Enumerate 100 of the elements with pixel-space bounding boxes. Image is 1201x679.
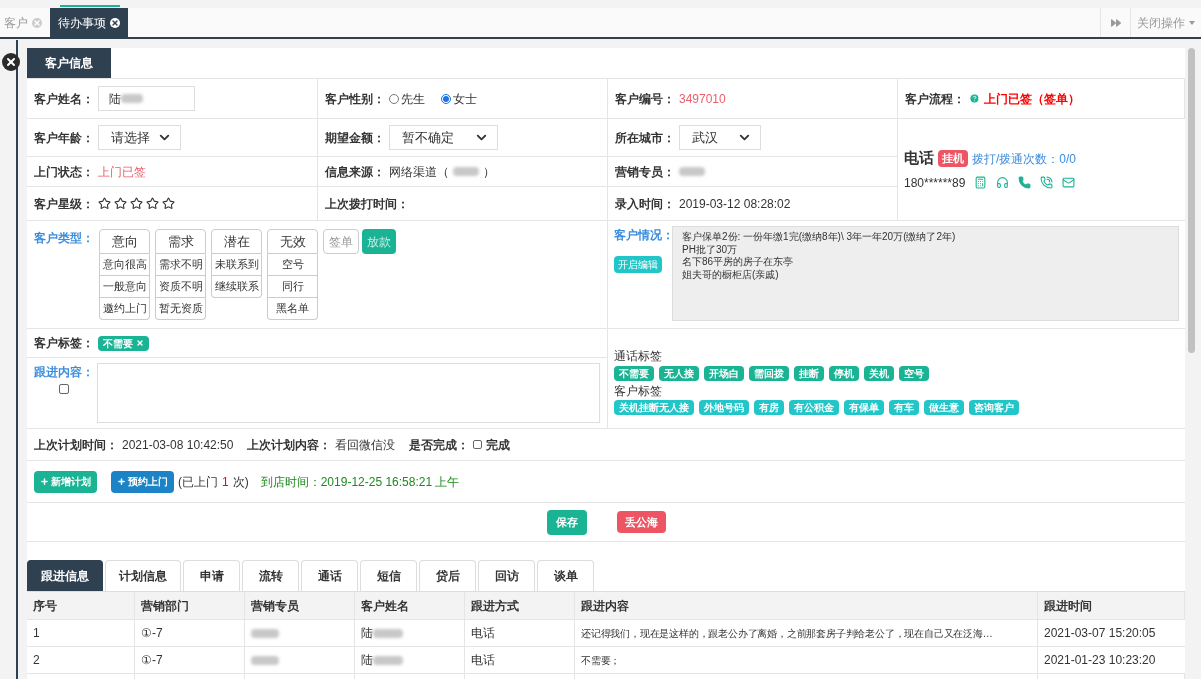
select-field[interactable]: 暂不确定 xyxy=(389,125,498,150)
type-option[interactable]: 黑名单 xyxy=(267,298,318,320)
blurred-text xyxy=(679,167,705,176)
field-label: 所在城市： xyxy=(615,129,675,147)
situation-textarea[interactable]: 客户保单2份: 一份年缴1完(缴纳8年)\ 3年一年20万(缴纳了2年) PH批了30万 名下86平房的房子在东亭 姐夫哥的橱柜店(亲戚) xyxy=(672,226,1179,321)
star-icon[interactable] xyxy=(130,197,143,210)
table-cell: 不需要； xyxy=(575,647,1038,674)
field-label: 客户姓名： xyxy=(34,90,94,108)
checkbox-label: 完成 xyxy=(486,436,511,454)
phone-number: 180******89 xyxy=(904,174,966,192)
close-icon[interactable] xyxy=(110,17,120,28)
type-option[interactable]: 需求不明 xyxy=(155,254,206,276)
tab[interactable]: 计划信息 xyxy=(105,560,181,591)
column-header: 营销部门 xyxy=(135,592,245,620)
star-icon[interactable] xyxy=(146,197,159,210)
radio-label: 女士 xyxy=(453,90,477,108)
field-label: 跟进内容： xyxy=(34,364,94,381)
tab[interactable]: 短信 xyxy=(360,560,417,591)
customer-number: 3497010 xyxy=(679,90,726,108)
checkbox[interactable] xyxy=(59,384,69,394)
type-option[interactable]: 空号 xyxy=(267,254,318,276)
tab[interactable]: 贷后 xyxy=(419,560,476,591)
tab[interactable]: 通话 xyxy=(301,560,358,591)
mail-icon[interactable] xyxy=(1062,176,1076,190)
type-group-header[interactable]: 无效 xyxy=(267,229,318,254)
table-cell: 还记得我们，现在是这样的，跟老公办了离婚，之前那套房子判给老公了，现在自己又在泛海… xyxy=(575,620,1038,647)
book-visit-button[interactable]: 预约上门 xyxy=(111,470,174,493)
field-label: 是否完成： xyxy=(409,436,470,454)
name-field[interactable]: 陆 xyxy=(98,86,195,111)
select-field[interactable]: 请选择 xyxy=(98,125,181,150)
field-label: 客户星级： xyxy=(34,195,94,213)
panel-tab[interactable]: 客户信息 xyxy=(27,48,111,78)
star-icon[interactable] xyxy=(98,197,111,210)
column-header: 序号 xyxy=(27,592,135,620)
field-label: 期望金额： xyxy=(325,129,385,147)
blurred-text xyxy=(121,94,143,103)
star-rating[interactable] xyxy=(98,197,175,210)
visit-count-suffix: 次) xyxy=(232,473,249,491)
scrollbar-thumb[interactable] xyxy=(1188,48,1195,353)
tab[interactable]: 回访 xyxy=(478,560,535,591)
field-label: 上次拨打时间： xyxy=(325,195,409,213)
remove-icon[interactable] xyxy=(136,339,144,347)
radio-label: 先生 xyxy=(401,90,425,108)
field-label: 上次计划时间： xyxy=(34,436,118,454)
table-cell: 电话 xyxy=(465,620,575,647)
field-label: 信息来源： xyxy=(325,163,385,181)
type-group-header[interactable]: 需求 xyxy=(155,229,206,254)
call-count: 拨打/拨通次数：0/0 xyxy=(972,150,1076,168)
tab[interactable]: 申请 xyxy=(183,560,240,591)
table-cell: ①-7 xyxy=(135,620,245,647)
phone-title: 电话 xyxy=(904,148,934,169)
table-cell: 1 xyxy=(27,620,135,647)
table-cell: 2 xyxy=(27,647,135,674)
headset-icon[interactable] xyxy=(996,176,1010,190)
telephone-icon[interactable] xyxy=(1040,176,1054,190)
plan-time: 2021-03-08 10:42:50 xyxy=(122,436,234,454)
visit-status: 上门已签 xyxy=(98,163,146,181)
checkbox[interactable] xyxy=(473,440,483,449)
field-label: 上次计划内容： xyxy=(247,436,332,454)
blurred-text xyxy=(453,167,479,176)
table-cell: ①-7 xyxy=(135,647,245,674)
column-header: 跟进内容 xyxy=(575,592,1038,620)
type-group-header[interactable]: 意向 xyxy=(99,229,150,254)
help-icon[interactable] xyxy=(969,93,980,104)
star-icon[interactable] xyxy=(162,197,175,210)
source-value: 网络渠道（ xyxy=(389,163,449,181)
blurred-text xyxy=(373,655,403,665)
tab[interactable]: 谈单 xyxy=(537,560,594,591)
page-tab[interactable]: 待办事项 xyxy=(50,8,128,37)
type-option[interactable]: 暂无资质 xyxy=(155,298,206,320)
type-option[interactable]: 意向很高 xyxy=(99,254,150,276)
column-header: 客户姓名 xyxy=(355,592,465,620)
plus-icon xyxy=(117,477,126,486)
type-option[interactable]: 一般意向 xyxy=(99,276,150,298)
type-option[interactable]: 资质不明 xyxy=(155,276,206,298)
field-label: 客户标签： xyxy=(34,335,94,352)
select-field[interactable]: 武汉 xyxy=(679,125,761,150)
star-icon[interactable] xyxy=(114,197,127,210)
field-label: 录入时间： xyxy=(615,195,675,213)
type-group-header[interactable]: 潜在 xyxy=(211,229,262,254)
plus-icon xyxy=(40,477,49,486)
flow-status: 上门已签（签单） xyxy=(984,90,1080,108)
type-option[interactable]: 同行 xyxy=(267,276,318,298)
phone-icon[interactable] xyxy=(1018,176,1032,190)
field-label: 客户年龄： xyxy=(34,129,94,147)
tab[interactable]: 流转 xyxy=(242,560,299,591)
table-cell: 电话 xyxy=(465,647,575,674)
type-option[interactable]: 邀约上门 xyxy=(99,298,150,320)
blurred-text xyxy=(251,628,279,638)
tab[interactable]: 跟进信息 xyxy=(27,560,103,591)
blurred-text xyxy=(251,655,279,665)
field-label: 客户性别： xyxy=(325,90,385,108)
column-header: 跟进时间 xyxy=(1038,592,1185,620)
arrival-time: 到店时间：2019-12-25 16:58:21 上午 xyxy=(260,473,460,491)
created-time: 2019-03-12 08:28:02 xyxy=(679,195,791,213)
calculator-icon[interactable] xyxy=(974,176,988,190)
type-option[interactable]: 未联系到 xyxy=(211,254,262,276)
type-option[interactable]: 继续联系 xyxy=(211,276,262,298)
visit-count: 1 xyxy=(222,473,229,491)
table-cell: 2021-03-07 15:20:05 xyxy=(1038,620,1185,647)
